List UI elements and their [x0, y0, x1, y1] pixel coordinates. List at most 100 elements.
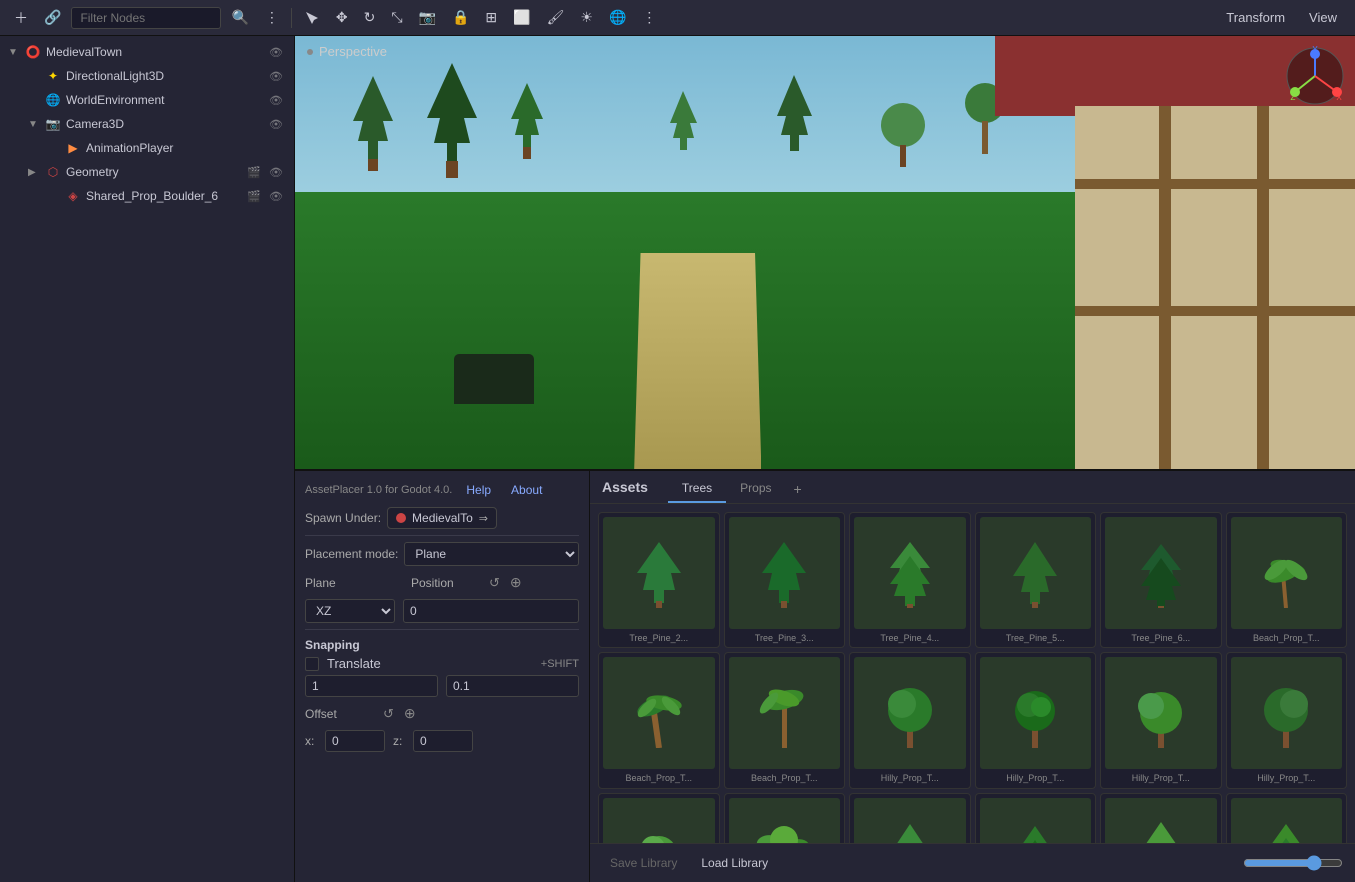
more2-button[interactable]: ⋮	[636, 5, 662, 30]
asset-item-beach-prop-2[interactable]: Beach_Prop_T...	[598, 652, 720, 788]
tree-item-world-env[interactable]: 🌐 WorldEnvironment 👁	[0, 88, 294, 112]
select-tool-button[interactable]	[298, 6, 326, 30]
spawn-icon[interactable]: ⇒	[479, 512, 488, 525]
tree-item-shared-prop[interactable]: ◈ Shared_Prop_Boulder_6 🎬 👁	[0, 184, 294, 208]
asset-thumb	[1105, 517, 1217, 629]
film-button[interactable]: 🎬	[244, 189, 264, 204]
tree-item-geometry[interactable]: ▶ ⬡ Geometry 🎬 👁	[0, 160, 294, 184]
asset-item-tree-rnd-3[interactable]: Tree_Rnd_3...	[849, 793, 971, 843]
link-button[interactable]: 🔗	[38, 5, 67, 30]
divider	[305, 535, 579, 536]
asset-item-tree-pine-6[interactable]: Tree_Pine_6...	[1100, 512, 1222, 648]
asset-item-beach-prop-1[interactable]: Beach_Prop_T...	[1226, 512, 1348, 648]
move-tool-button[interactable]: ✥	[330, 5, 354, 30]
reset-position-button[interactable]: ↺	[487, 573, 502, 593]
eye-button[interactable]: 👁	[266, 189, 286, 204]
filter-nodes-input[interactable]	[71, 7, 221, 29]
boulder	[454, 354, 534, 404]
position-input[interactable]	[403, 599, 579, 623]
group-button[interactable]: ⬜	[507, 5, 536, 30]
help-button[interactable]: Help	[460, 481, 497, 499]
asset-item-tree-rnd-6[interactable]: Tree_Rnd_6...	[1226, 793, 1348, 843]
eye-button[interactable]: 👁	[266, 93, 286, 108]
placer-header: AssetPlacer 1.0 for Godot 4.0. Help Abou…	[305, 481, 579, 499]
geo-icon: ⬡	[44, 163, 62, 181]
more-options-button[interactable]: ⋮	[259, 5, 285, 30]
viewport[interactable]: Perspective	[295, 36, 1355, 471]
zoom-slider[interactable]	[1243, 855, 1343, 871]
asset-item-hilly-prop-1[interactable]: Hilly_Prop_T...	[849, 652, 971, 788]
asset-item-hilly-prop-3[interactable]: Hilly_Prop_T...	[1100, 652, 1222, 788]
asset-item-tree-rnd-4[interactable]: Tree_Rnd_4...	[975, 793, 1097, 843]
asset-item-beach-prop-3[interactable]: Beach_Prop_T...	[724, 652, 846, 788]
translate-checkbox[interactable]	[305, 657, 319, 671]
axis-indicator: Y Z X	[1285, 46, 1345, 106]
add-tab-button[interactable]: +	[786, 476, 810, 502]
asset-thumb	[1105, 798, 1217, 843]
plugin-info: AssetPlacer 1.0 for Godot 4.0.	[305, 484, 452, 496]
asset-name: Tree_Pine_5...	[1006, 633, 1065, 644]
asset-item-tree-pine-2[interactable]: Tree_Pine_2...	[598, 512, 720, 648]
asset-item-tree-pine-3[interactable]: Tree_Pine_3...	[724, 512, 846, 648]
tree-item-medieval-town[interactable]: ▼ ⭕ MedievalTown 👁	[0, 40, 294, 64]
asset-bottom-bar: Save Library Load Library	[590, 843, 1355, 882]
add-position-button[interactable]: ⊕	[508, 572, 524, 593]
spawn-node-selector[interactable]: MedievalTo ⇒	[387, 507, 497, 529]
placement-mode-select[interactable]: Plane Surface Random	[404, 542, 579, 566]
eye-button[interactable]: 👁	[266, 69, 286, 84]
lock-button[interactable]: 🔒	[446, 5, 475, 30]
tab-trees[interactable]: Trees	[668, 476, 726, 503]
tree-item-anim-player[interactable]: ▶ AnimationPlayer	[0, 136, 294, 160]
translate-label: Translate	[327, 656, 381, 671]
eye-button[interactable]: 👁	[266, 117, 286, 132]
offset-x-row: x:	[305, 730, 385, 752]
translate-inputs-row	[305, 675, 579, 697]
eye-button[interactable]: 👁	[266, 45, 286, 60]
translate-val2-input[interactable]	[446, 675, 579, 697]
tree-item-camera3d[interactable]: ▼ 📷 Camera3D 👁	[0, 112, 294, 136]
add-offset-button[interactable]: ⊕	[402, 703, 418, 724]
translate-val1-input[interactable]	[305, 675, 438, 697]
grid-snap-button[interactable]: ⊞	[479, 5, 503, 30]
spawn-under-row: Spawn Under: MedievalTo ⇒	[305, 507, 579, 529]
load-library-button[interactable]: Load Library	[693, 852, 776, 874]
asset-item-tree-rnd-1[interactable]: Tree_Rnd_1...	[598, 793, 720, 843]
tree-left-2	[422, 58, 482, 181]
assets-header: Assets Trees Props +	[590, 471, 1355, 504]
asset-item-tree-rnd-2[interactable]: Tree_Rnd_2...	[724, 793, 846, 843]
anim-icon: ▶	[64, 139, 82, 157]
tree-actions: 👁	[266, 45, 286, 60]
asset-name: Beach_Prop_T...	[751, 773, 818, 784]
plane-axis-select[interactable]: XZ XY YZ	[305, 599, 395, 623]
tree-label: Geometry	[66, 165, 240, 179]
view-button[interactable]: View	[1299, 6, 1347, 29]
search-button[interactable]: 🔍	[225, 5, 254, 30]
eye-button[interactable]: 👁	[266, 165, 286, 180]
offset-x-input[interactable]	[325, 730, 385, 752]
reset-offset-button[interactable]: ↺	[381, 704, 396, 724]
add-node-button[interactable]: ＋	[8, 4, 34, 32]
camera-view-button[interactable]: 📷	[413, 5, 442, 30]
rotate-tool-button[interactable]: ↻	[358, 5, 382, 30]
main-area: ▼ ⭕ MedievalTown 👁 ✦ DirectionalLight3D …	[0, 36, 1355, 882]
asset-item-hilly-prop-4[interactable]: Hilly_Prop_T...	[1226, 652, 1348, 788]
node-icon: ⭕	[24, 43, 42, 61]
sun-button[interactable]: ☀	[574, 5, 599, 30]
asset-item-tree-pine-5[interactable]: Tree_Pine_5...	[975, 512, 1097, 648]
save-library-button[interactable]: Save Library	[602, 852, 685, 874]
plane-row: Plane Position ↺ ⊕	[305, 572, 579, 593]
asset-item-hilly-prop-2[interactable]: Hilly_Prop_T...	[975, 652, 1097, 788]
about-button[interactable]: About	[505, 481, 548, 499]
paint-button[interactable]: 🖌	[541, 5, 571, 30]
asset-item-tree-pine-4[interactable]: Tree_Pine_4...	[849, 512, 971, 648]
film-button[interactable]: 🎬	[244, 165, 264, 180]
asset-thumb	[603, 517, 715, 629]
globe-button[interactable]: 🌐	[603, 5, 632, 30]
tab-props[interactable]: Props	[726, 476, 785, 503]
offset-z-input[interactable]	[413, 730, 473, 752]
tree-item-directional-light[interactable]: ✦ DirectionalLight3D 👁	[0, 64, 294, 88]
transform-button[interactable]: Transform	[1216, 6, 1295, 29]
scale-tool-button[interactable]: ⤡	[385, 5, 408, 30]
tree-left-1	[348, 71, 398, 174]
asset-item-tree-rnd-5[interactable]: Tree_Rnd_5...	[1100, 793, 1222, 843]
